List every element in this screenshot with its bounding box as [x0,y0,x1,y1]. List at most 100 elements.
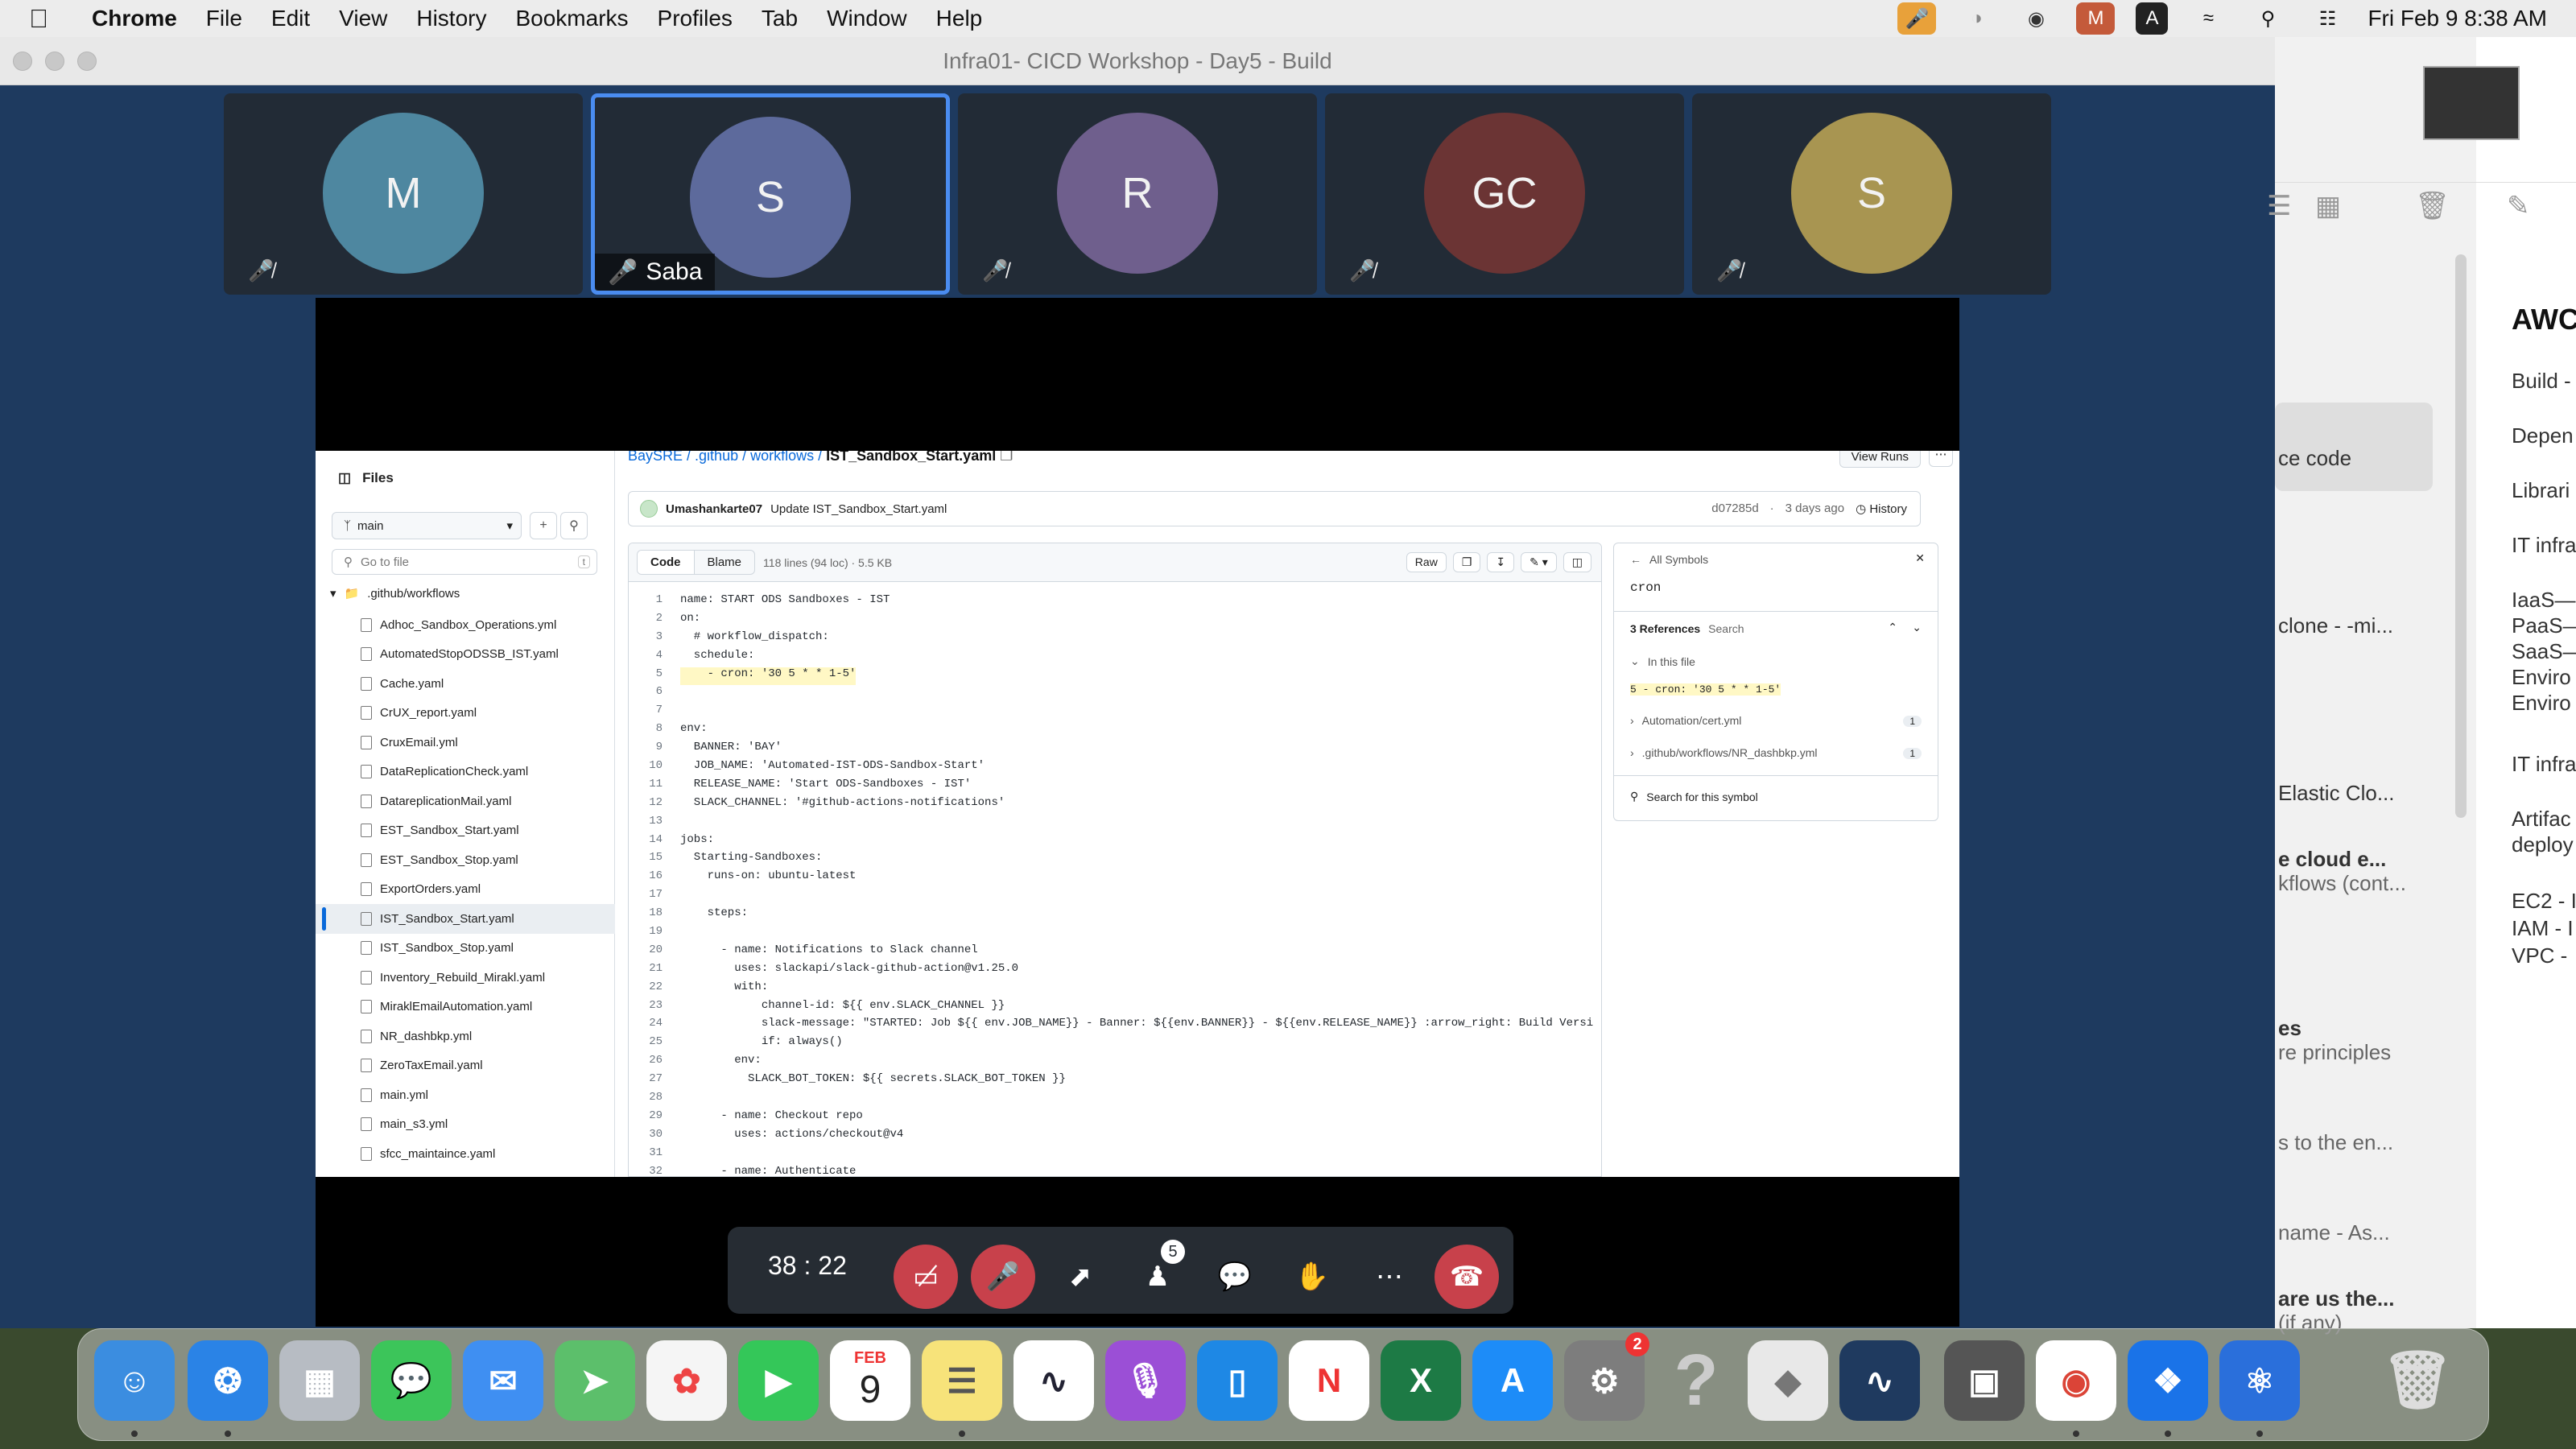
folder-item[interactable]: ▾ 📁 .github/workflows [330,586,460,601]
in-this-file-group[interactable]: ⌄ In this file [1630,654,1695,668]
raise-hand-button[interactable]: ✋ [1280,1245,1344,1309]
menu-window[interactable]: Window [827,6,907,31]
search-tab[interactable]: Search [1708,622,1744,635]
menu-file[interactable]: File [206,6,242,31]
microphone-icon[interactable]: 🎤 [1897,2,1937,35]
list-item[interactable]: EST_Sandbox_Start.yaml [316,816,615,846]
commit-sha[interactable]: d07285d [1711,502,1758,516]
all-symbols-link[interactable]: ← All Symbols [1630,553,1708,566]
list-item[interactable]: main.yml [316,1080,615,1110]
excel-icon[interactable]: X [1381,1340,1461,1421]
list-item[interactable]: IST_Sandbox_Stop.yaml [316,934,615,964]
list-item[interactable]: Adhoc_Sandbox_Operations.yml [316,610,615,640]
chevron-up-icon[interactable]: ⌃ [1888,621,1897,634]
more-options-button[interactable]: ⋯ [1929,451,1953,467]
webex-icon[interactable]: ❖ [2128,1340,2208,1421]
copy-icon[interactable]: ❐ [1452,552,1481,572]
mail-icon[interactable]: ✉ [463,1340,543,1421]
app-store-icon[interactable]: A [1472,1340,1553,1421]
tab-blame[interactable]: Blame [695,551,755,574]
note-snippet[interactable]: name - As... [2278,1220,2439,1245]
list-item[interactable]: DataReplicationCheck.yaml [316,758,615,787]
list-item-selected[interactable]: IST_Sandbox_Start.yaml [316,904,615,934]
reference-file-item[interactable]: › .github/workflows/NR_dashbkp.yml [1630,746,1818,759]
participant-tile[interactable]: M 🎤̸ [224,93,583,295]
menu-help[interactable]: Help [936,6,983,31]
spotlight-search-icon[interactable]: ⚲ [2248,2,2287,35]
list-item[interactable]: CrUX_report.yaml [316,699,615,729]
note-snippet[interactable]: re principles [2278,1040,2439,1065]
participant-tile[interactable]: R 🎤̸ [958,93,1317,295]
minimize-window-button[interactable] [45,52,64,71]
download-icon[interactable]: ↧ [1487,552,1515,572]
reference-file-item[interactable]: › Automation/cert.yml [1630,714,1741,727]
menu-clock[interactable]: Fri Feb 9 8:38 AM [2368,6,2547,31]
menu-edit[interactable]: Edit [271,6,310,31]
camera-off-button[interactable]: ▭̸ [894,1245,958,1309]
list-item[interactable]: AutomatedStopODSSB_IST.yaml [316,640,615,670]
list-item[interactable]: DatareplicationMail.yaml [316,786,615,816]
edit-pencil-icon[interactable]: ✎ ▾ [1521,552,1557,572]
atom-app-icon[interactable]: ⚛ [2219,1340,2300,1421]
chat-button[interactable]: 💬 [1203,1245,1267,1309]
mysql-workbench-icon[interactable]: ∿ [1839,1340,1920,1421]
compose-icon[interactable]: ✎ [2507,190,2530,222]
focus-icon[interactable]: ◑ [1957,2,1996,35]
list-item[interactable]: main_s3.yml [316,1110,615,1140]
participant-tile-active-speaker[interactable]: S 🎤 Saba [591,93,950,295]
system-settings-icon[interactable]: ⚙ 2 [1564,1332,1649,1421]
news-icon[interactable]: N [1289,1340,1369,1421]
list-item[interactable]: EST_Sandbox_Stop.yaml [316,845,615,875]
menu-app-name[interactable]: Chrome [92,6,177,31]
more-options-button[interactable]: ⋯ [1357,1245,1422,1309]
raw-button[interactable]: Raw [1406,552,1447,572]
calendar-icon[interactable]: FEB 9 [830,1340,910,1421]
menu-tab[interactable]: Tab [762,6,798,31]
copy-icon[interactable]: ❐ [1000,451,1013,464]
go-to-file-input[interactable]: ⚲ Go to file t [332,549,597,575]
breadcrumb-github-link[interactable]: .github [695,451,738,464]
participant-tile[interactable]: GC 🎤̸ [1325,93,1684,295]
history-button[interactable]: ◷ History [1856,502,1907,516]
breadcrumb-workflows-link[interactable]: workflows [750,451,814,464]
participants-button[interactable]: ♟ 5 [1125,1240,1190,1309]
maps-icon[interactable]: ➤ [555,1340,635,1421]
list-view-icon[interactable]: ☰ [2267,190,2291,222]
note-snippet[interactable]: ce code [2278,446,2439,471]
gallery-view-icon[interactable]: ▦ [2315,190,2341,222]
sidebar-collapse-icon[interactable]: ◫ [338,470,351,486]
branch-selector[interactable]: ᛉ main ▾ [332,512,522,539]
end-call-button[interactable]: ☎ [1435,1245,1499,1309]
menu-bookmarks[interactable]: Bookmarks [515,6,628,31]
zoom-window-button[interactable] [77,52,97,71]
view-runs-button[interactable]: View Runs [1839,451,1921,468]
finder-icon[interactable]: ☺ [94,1340,175,1421]
list-item[interactable]: CruxEmail.yml [316,728,615,758]
trash-icon[interactable]: 🗑 [2377,1340,2458,1421]
podcasts-icon[interactable]: 🎙 [1105,1340,1186,1421]
input-source-icon[interactable]: A [2136,2,2169,35]
note-snippet[interactable]: Elastic Clo... [2278,781,2439,806]
note-snippet[interactable]: are us the... [2278,1286,2439,1311]
note-snippet[interactable]: kflows (cont... [2278,871,2439,896]
breadcrumb-repo-link[interactable]: BaySRE [628,451,683,464]
notes-icon[interactable]: ☰ [922,1340,1002,1421]
list-item[interactable]: sfcc_maintaince.yaml [316,1139,615,1169]
list-item[interactable]: Inventory_Rebuild_Mirakl.yaml [316,963,615,993]
list-item[interactable]: ExportOrders.yaml [316,875,615,905]
screen-record-icon[interactable]: ◉ [2017,2,2055,35]
list-item[interactable]: ZeroTaxEmail.yaml [316,1051,615,1081]
close-icon[interactable]: ✕ [1915,551,1925,565]
menu-profiles[interactable]: Profiles [658,6,733,31]
search-button[interactable]: ⚲ [560,512,588,539]
trash-icon[interactable]: 🗑 [2415,190,2450,222]
control-center-icon[interactable]: ☷ [2308,2,2347,35]
help-icon[interactable]: ? [1656,1340,1736,1421]
list-item[interactable]: Cache.yaml [316,669,615,699]
freeform-icon[interactable]: ∿ [1013,1340,1094,1421]
roblox-icon[interactable]: ◆ [1748,1340,1828,1421]
note-snippet[interactable]: clone - -mi... [2278,613,2439,638]
menu-view[interactable]: View [339,6,387,31]
preview-icon[interactable]: ▣ [1944,1340,2025,1421]
share-screen-button[interactable]: ⬈ [1048,1245,1113,1309]
